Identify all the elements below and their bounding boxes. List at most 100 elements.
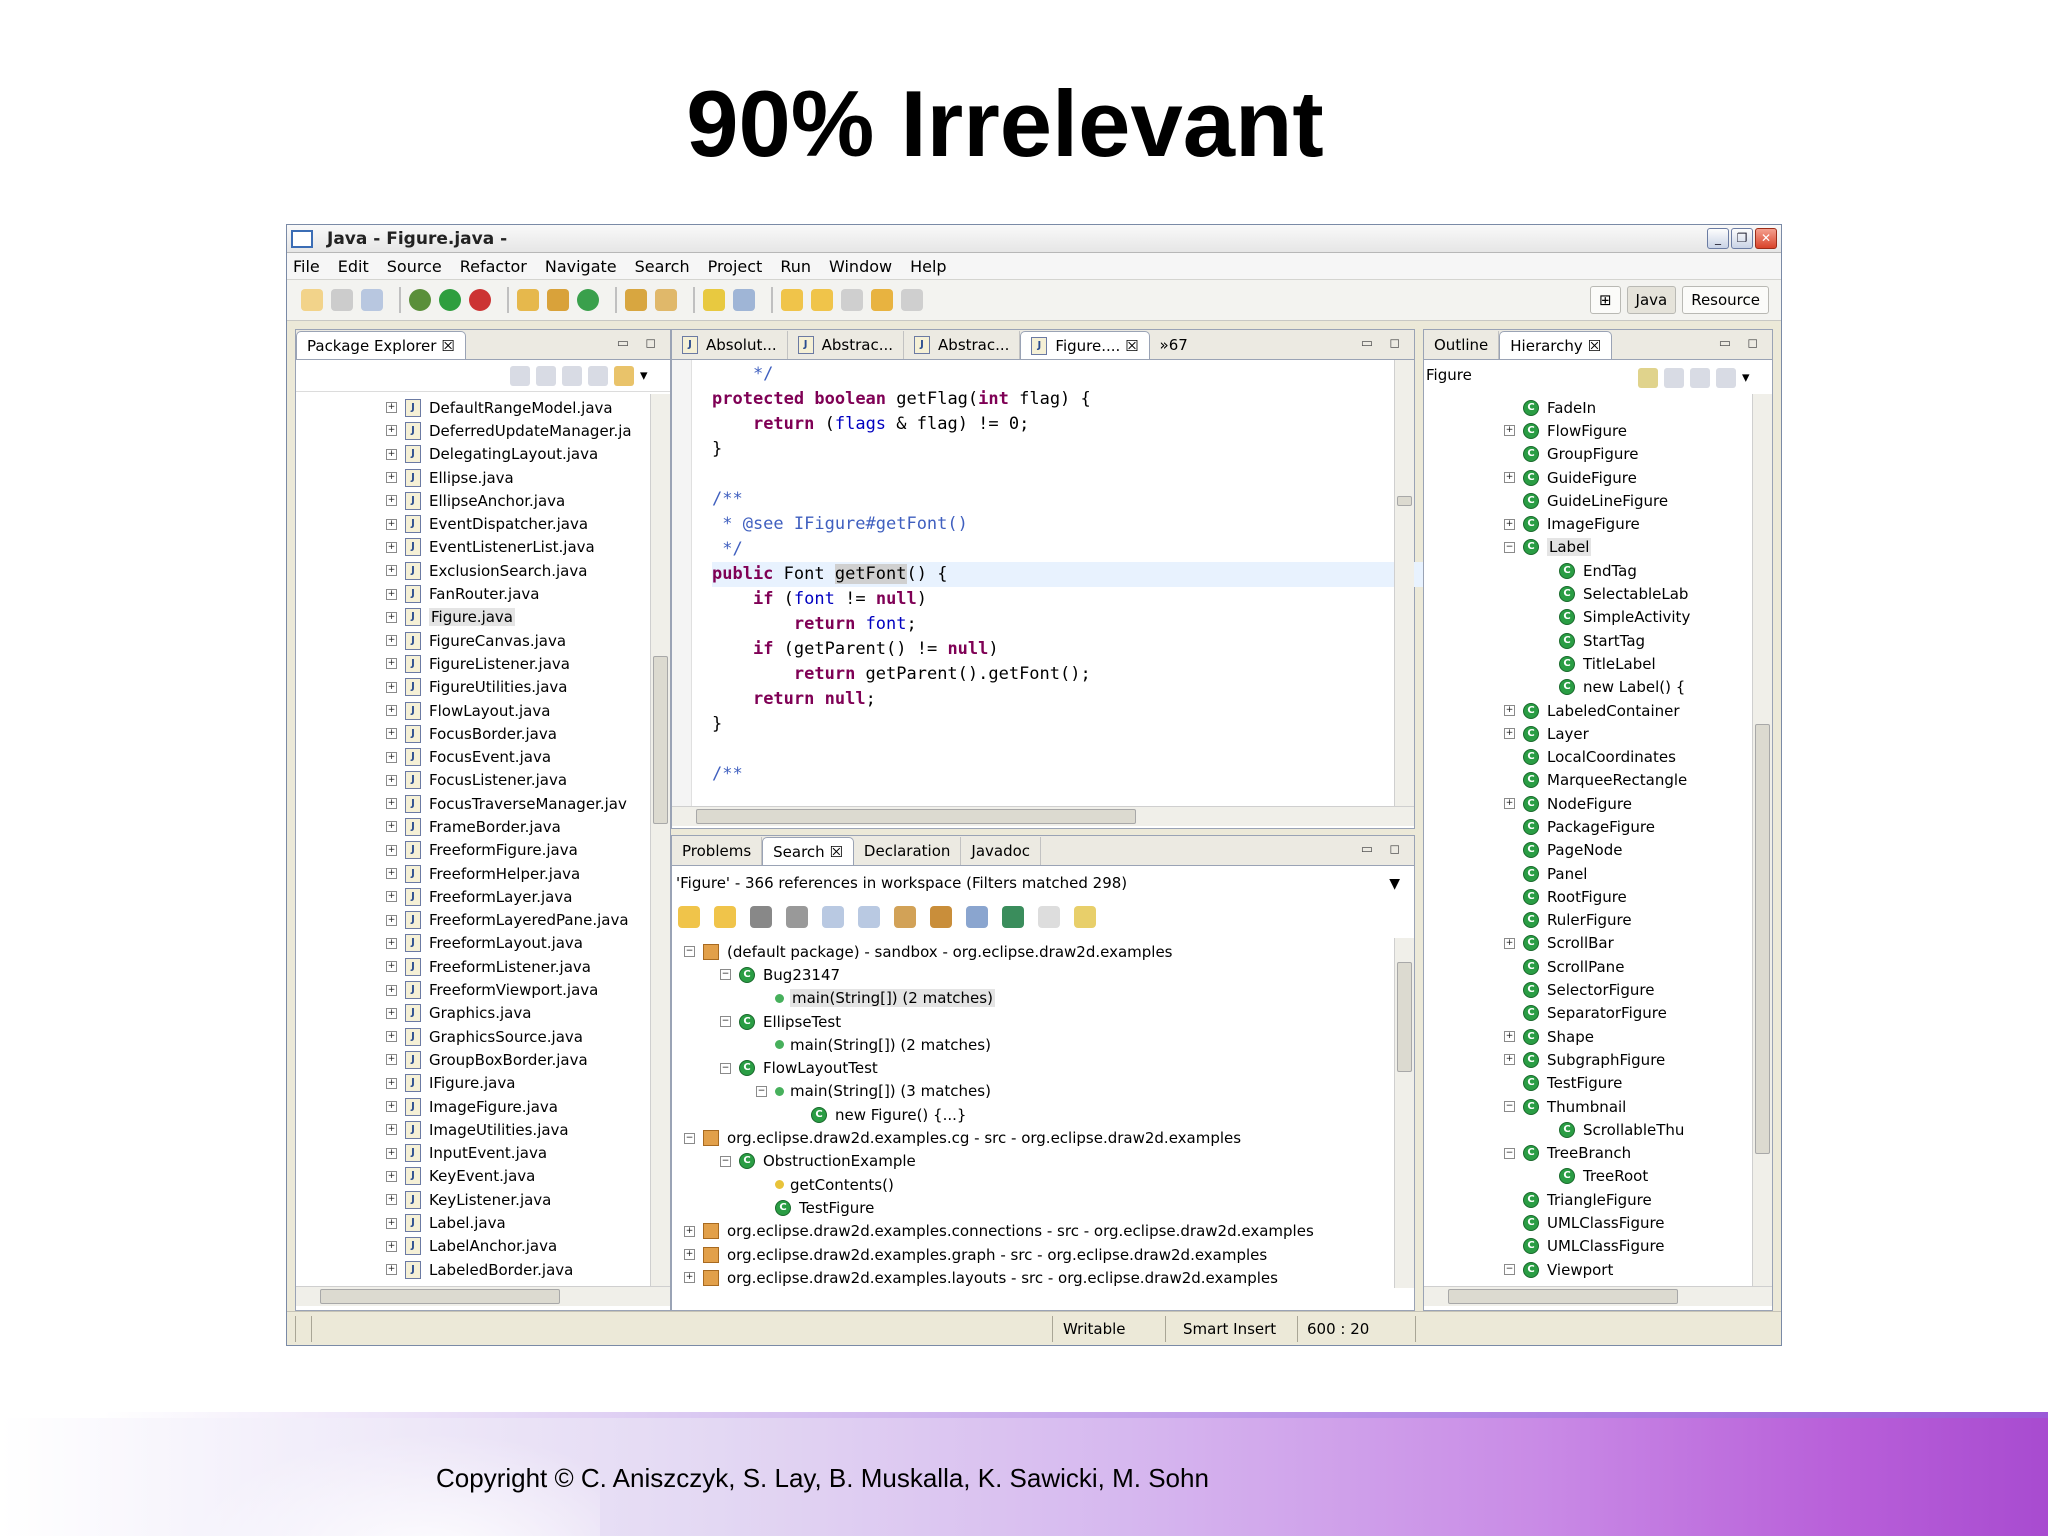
expand-icon[interactable]: + bbox=[386, 728, 397, 740]
menu-help[interactable]: Help bbox=[910, 257, 946, 276]
hierarchy-hscroll[interactable] bbox=[1424, 1286, 1772, 1306]
hierarchy-item[interactable]: C FadeIn bbox=[1504, 396, 1744, 419]
list-item[interactable]: + J FigureCanvas.java bbox=[386, 629, 646, 652]
search-result-row[interactable]: − (default package) - sandbox - org.eclip… bbox=[684, 940, 1384, 963]
expand-icon[interactable]: + bbox=[386, 448, 397, 460]
hierarchy-item[interactable]: C ScrollableThu bbox=[1504, 1118, 1744, 1141]
expand-icon[interactable]: + bbox=[386, 1101, 397, 1113]
previous-match-icon[interactable] bbox=[714, 906, 736, 928]
save-icon[interactable] bbox=[331, 289, 353, 311]
supertype-hierarchy-icon[interactable] bbox=[1664, 368, 1684, 388]
group-by-package-icon[interactable] bbox=[930, 906, 952, 928]
show-whitespace-icon[interactable] bbox=[733, 289, 755, 311]
list-item[interactable]: + J IFigure.java bbox=[386, 1072, 646, 1095]
expand-icon[interactable]: + bbox=[386, 868, 397, 880]
print-icon[interactable] bbox=[361, 289, 383, 311]
expand-icon[interactable]: + bbox=[684, 1272, 695, 1284]
restore-button[interactable]: ❐ bbox=[1731, 228, 1753, 249]
expand-icon[interactable]: + bbox=[386, 565, 397, 577]
view-menu-icon[interactable]: ▾ bbox=[640, 366, 660, 386]
package-explorer-hscroll[interactable] bbox=[296, 1286, 670, 1306]
previous-annotation-icon[interactable] bbox=[811, 289, 833, 311]
scrollbar-thumb[interactable] bbox=[1448, 1289, 1678, 1304]
expand-icon[interactable]: + bbox=[386, 681, 397, 693]
hierarchy-item[interactable]: + C Layer bbox=[1504, 722, 1744, 745]
expand-icon[interactable]: − bbox=[684, 1132, 695, 1144]
expand-icon[interactable]: + bbox=[386, 891, 397, 903]
expand-icon[interactable]: + bbox=[386, 798, 397, 810]
external-tools-icon[interactable] bbox=[469, 289, 491, 311]
list-item[interactable]: + J ImageUtilities.java bbox=[386, 1118, 646, 1141]
minimize-maximize-icon[interactable]: ▭ ◻ bbox=[1361, 336, 1406, 351]
search-result-row[interactable]: Cnew Figure() {...} bbox=[684, 1103, 1384, 1126]
hierarchy-item[interactable]: C ScrollPane bbox=[1504, 955, 1744, 978]
expand-icon[interactable]: + bbox=[1504, 937, 1515, 949]
hierarchy-item[interactable]: C PageNode bbox=[1504, 839, 1744, 862]
close-icon[interactable]: ☒ bbox=[441, 337, 454, 355]
list-item[interactable]: + J FocusBorder.java bbox=[386, 722, 646, 745]
next-annotation-icon[interactable] bbox=[781, 289, 803, 311]
hierarchy-item[interactable]: C RootFigure bbox=[1504, 885, 1744, 908]
scrollbar-thumb[interactable] bbox=[1397, 496, 1412, 506]
expand-icon[interactable]: − bbox=[684, 946, 695, 958]
new-java-project-icon[interactable] bbox=[547, 289, 569, 311]
expand-icon[interactable]: + bbox=[386, 518, 397, 530]
list-item[interactable]: + J LabelAnchor.java bbox=[386, 1235, 646, 1258]
hierarchy-item[interactable]: C TestFigure bbox=[1504, 1072, 1744, 1095]
hierarchy-item[interactable]: C EndTag bbox=[1504, 559, 1744, 582]
hierarchy-item[interactable]: − C Label bbox=[1504, 536, 1744, 559]
list-item[interactable]: + J EventListenerList.java bbox=[386, 536, 646, 559]
tab-package-explorer[interactable]: Package Explorer ☒ bbox=[296, 331, 466, 359]
list-item[interactable]: + J ExclusionSearch.java bbox=[386, 559, 646, 582]
resource-perspective-button[interactable]: Resource bbox=[1682, 286, 1769, 314]
list-item[interactable]: + J GroupBoxBorder.java bbox=[386, 1048, 646, 1071]
expand-icon[interactable]: − bbox=[720, 1155, 731, 1167]
expand-icon[interactable]: + bbox=[386, 611, 397, 623]
code-area[interactable]: */protected boolean getFlag(int flag) { … bbox=[712, 362, 1091, 787]
hierarchy-item[interactable]: + C ImageFigure bbox=[1504, 512, 1744, 535]
expand-icon[interactable]: + bbox=[386, 774, 397, 786]
expand-all-icon[interactable] bbox=[822, 906, 844, 928]
menu-source[interactable]: Source bbox=[387, 257, 442, 276]
expand-icon[interactable]: + bbox=[386, 495, 397, 507]
cancel-search-icon[interactable] bbox=[1038, 906, 1060, 928]
hierarchy-item[interactable]: C UMLClassFigure bbox=[1504, 1211, 1744, 1234]
hierarchy-item[interactable]: C GuideLineFigure bbox=[1504, 489, 1744, 512]
expand-icon[interactable]: − bbox=[756, 1085, 767, 1097]
list-item[interactable]: + J FocusListener.java bbox=[386, 769, 646, 792]
expand-icon[interactable]: + bbox=[1504, 425, 1515, 437]
minimize-maximize-icon[interactable]: ▭ ◻ bbox=[1361, 842, 1406, 857]
search-result-row[interactable]: − main(String[]) (3 matches) bbox=[684, 1080, 1384, 1103]
expand-icon[interactable]: + bbox=[386, 588, 397, 600]
hierarchy-item[interactable]: + C GuideFigure bbox=[1504, 466, 1744, 489]
tab-javadoc[interactable]: Javadoc bbox=[961, 837, 1042, 865]
hierarchy-item[interactable]: C TitleLabel bbox=[1504, 652, 1744, 675]
menu-window[interactable]: Window bbox=[829, 257, 892, 276]
editor-hscroll[interactable] bbox=[672, 806, 1414, 826]
list-item[interactable]: + J FanRouter.java bbox=[386, 582, 646, 605]
list-item[interactable]: + J FlowLayout.java bbox=[386, 699, 646, 722]
expand-icon[interactable]: + bbox=[1504, 1031, 1515, 1043]
hierarchy-item[interactable]: + C SubgraphFigure bbox=[1504, 1048, 1744, 1071]
hierarchy-item[interactable]: + C NodeFigure bbox=[1504, 792, 1744, 815]
search-vscroll[interactable] bbox=[1394, 938, 1414, 1288]
mark-occurrences-icon[interactable] bbox=[703, 289, 725, 311]
list-item[interactable]: + J DeferredUpdateManager.ja bbox=[386, 419, 646, 442]
close-icon[interactable]: ☒ bbox=[1125, 337, 1138, 355]
hierarchy-item[interactable]: + C FlowFigure bbox=[1504, 419, 1744, 442]
search-result-row[interactable]: getContents() bbox=[684, 1173, 1384, 1196]
hierarchy-item[interactable]: + C ScrollBar bbox=[1504, 932, 1744, 955]
list-item[interactable]: + J FreeformHelper.java bbox=[386, 862, 646, 885]
search-result-row[interactable]: + org.eclipse.draw2d.examples.connections… bbox=[684, 1220, 1384, 1243]
search-result-row[interactable]: C TestFigure bbox=[684, 1196, 1384, 1219]
expand-icon[interactable]: + bbox=[386, 1217, 397, 1229]
java-perspective-button[interactable]: Java bbox=[1626, 286, 1677, 314]
close-icon[interactable]: ☒ bbox=[829, 843, 842, 861]
list-item[interactable]: + J Label.java bbox=[386, 1211, 646, 1234]
expand-icon[interactable]: + bbox=[386, 541, 397, 553]
expand-icon[interactable]: + bbox=[386, 1124, 397, 1136]
last-edit-icon[interactable] bbox=[841, 289, 863, 311]
forward-icon[interactable] bbox=[536, 366, 556, 386]
menu-file[interactable]: File bbox=[293, 257, 320, 276]
expand-icon[interactable]: + bbox=[386, 937, 397, 949]
